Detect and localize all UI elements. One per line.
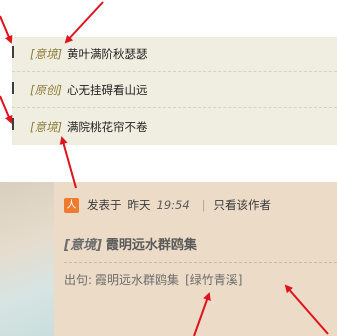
thread-tag[interactable]: [意境] bbox=[30, 46, 62, 62]
list-item[interactable]: [意境] 满院桃花帘不卷 bbox=[12, 109, 337, 144]
only-author-link[interactable]: 只看该作者 bbox=[214, 197, 272, 213]
thread-tag[interactable]: [原创] bbox=[30, 82, 62, 98]
posted-label: 发表于 bbox=[87, 198, 122, 212]
post-day: 昨天 bbox=[127, 198, 151, 212]
arrow-annotation bbox=[0, 15, 13, 44]
source-value: 霞明远水群鸥集 bbox=[95, 273, 180, 287]
post-time: 19:54 bbox=[156, 198, 190, 212]
arrow-annotation bbox=[0, 95, 13, 124]
meta-separator: | bbox=[201, 198, 206, 212]
post-panel: 人 发表于 昨天 19:54 | 只看该作者 [意境] 霞明远水群鸥集 出句: 霞… bbox=[0, 182, 337, 336]
arrow-annotation bbox=[59, 136, 77, 189]
thread-title[interactable]: 心无挂碍看山远 bbox=[67, 82, 148, 98]
author-link[interactable]: [绿竹青溪] bbox=[185, 271, 242, 288]
post-title-tag[interactable]: [意境] bbox=[64, 238, 102, 253]
list-item[interactable]: [原创] 心无挂碍看山远 bbox=[12, 73, 337, 108]
list-item[interactable]: [意境] 黄叶满阶秋瑟瑟 bbox=[12, 37, 337, 72]
user-icon: 人 bbox=[64, 197, 79, 213]
thread-tag[interactable]: [意境] bbox=[30, 119, 62, 135]
post-title: [意境] 霞明远水群鸥集 bbox=[64, 234, 197, 253]
post-meta: 人 发表于 昨天 19:54 | 只看该作者 bbox=[64, 196, 271, 214]
row-marker bbox=[12, 118, 14, 130]
post-source: 出句: 霞明远水群鸥集 [绿竹青溪] bbox=[64, 271, 242, 288]
row-marker bbox=[12, 82, 14, 94]
divider bbox=[64, 262, 337, 263]
post-title-text: 霞明远水群鸥集 bbox=[105, 238, 197, 253]
thread-list: [意境] 黄叶满阶秋瑟瑟 [原创] 心无挂碍看山远 [意境] 满院桃花帘不卷 bbox=[12, 37, 337, 145]
thread-title[interactable]: 满院桃花帘不卷 bbox=[67, 119, 148, 135]
source-label: 出句: bbox=[64, 273, 93, 287]
row-marker bbox=[12, 46, 14, 58]
arrow-annotation bbox=[64, 1, 104, 44]
decorative-artwork bbox=[0, 182, 54, 336]
thread-title[interactable]: 黄叶满阶秋瑟瑟 bbox=[67, 46, 148, 62]
